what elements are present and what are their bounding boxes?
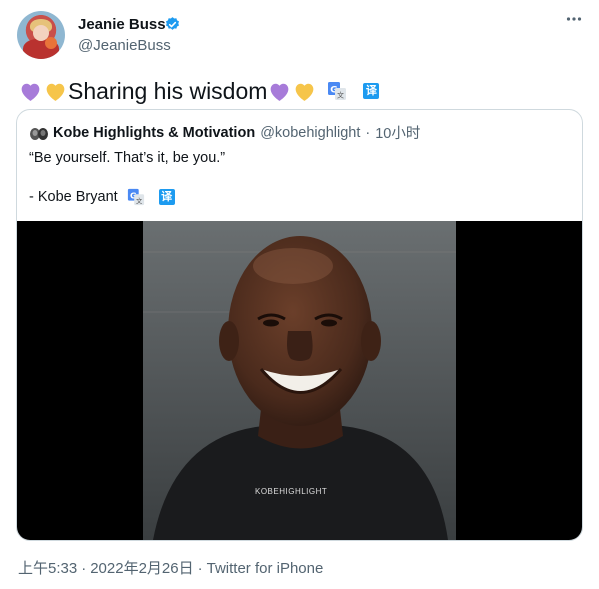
quoted-time[interactable]: 10小时 [375, 122, 420, 143]
quoted-author-name[interactable]: Kobe Highlights & Motivation [53, 125, 255, 141]
quoted-tweet-header: Kobe Highlights & Motivation @kobehighli… [29, 122, 420, 143]
tweet-date[interactable]: 2022年2月26日 [90, 560, 193, 577]
more-options-icon[interactable] [566, 14, 582, 24]
tweet-footer: 上午5:33 · 2022年2月26日 · Twitter for iPhone [18, 557, 323, 578]
verified-badge-icon [165, 17, 180, 30]
google-translate-icon[interactable]: G 文 [327, 81, 347, 101]
yellow-heart-icon [46, 83, 65, 101]
author-name[interactable]: Jeanie Buss [78, 16, 166, 33]
quoted-author-handle[interactable]: @kobehighlight [260, 125, 360, 141]
video-player[interactable]: KOBEHIGHLIGHT [17, 221, 582, 540]
tweet-time[interactable]: 上午5:33 [18, 560, 77, 577]
yellow-heart-icon [296, 83, 314, 101]
footer-separator: · [197, 560, 203, 577]
svg-text:文: 文 [136, 196, 143, 205]
video-frame: KOBEHIGHLIGHT [143, 221, 456, 540]
footer-separator: · [81, 560, 87, 577]
quoted-tweet-card[interactable]: Kobe Highlights & Motivation @kobehighli… [16, 109, 583, 541]
translate-button[interactable]: 译 [158, 189, 175, 205]
quoted-text-line2: - Kobe Bryant [29, 189, 118, 205]
quoted-text-line1: “Be yourself. That’s it, be you.” [29, 150, 226, 166]
quoted-author-avatar-icon[interactable] [29, 125, 49, 141]
tweet-text-line: Sharing his wisdom G 文 译 [18, 76, 380, 106]
svg-text:文: 文 [337, 91, 344, 100]
purple-heart-icon [271, 83, 289, 101]
purple-heart-icon [21, 83, 40, 101]
video-watermark: KOBEHIGHLIGHT [255, 487, 328, 496]
author-handle[interactable]: @JeanieBuss [78, 37, 171, 54]
avatar[interactable] [17, 11, 65, 59]
quoted-text-line2-row: - Kobe Bryant G 文 译 [29, 188, 175, 206]
google-translate-icon[interactable]: G 文 [127, 188, 145, 206]
translate-button[interactable]: 译 [363, 83, 380, 99]
tweet-source[interactable]: Twitter for iPhone [207, 560, 324, 577]
tweet-text: Sharing his wisdom [68, 77, 268, 104]
quoted-separator: · [365, 124, 371, 141]
